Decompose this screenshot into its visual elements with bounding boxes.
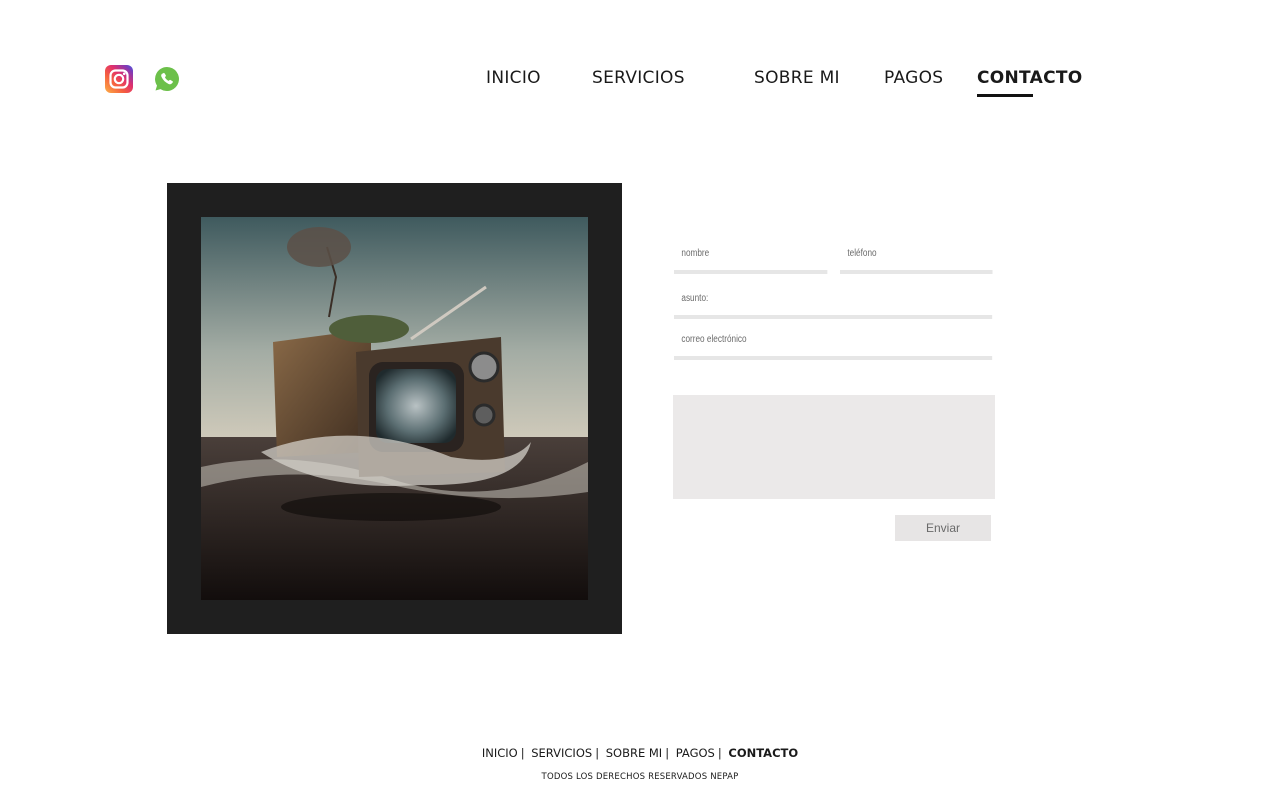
copyright-text: TODOS LOS DERECHOS RESERVADOS NEPAP xyxy=(541,772,739,782)
hero-image xyxy=(201,217,588,600)
nav-inicio[interactable]: INICIO xyxy=(486,68,541,88)
hero-image-frame xyxy=(167,183,622,634)
footer-link-inicio[interactable]: INICIO xyxy=(482,746,518,760)
footer-link-servicios[interactable]: SERVICIOS xyxy=(531,746,592,760)
contact-form: Enviar xyxy=(673,240,995,550)
name-field[interactable] xyxy=(674,240,828,274)
footer-separator: | xyxy=(717,746,722,760)
nav-contacto[interactable]: CONTACTO xyxy=(977,68,1083,88)
message-field[interactable] xyxy=(673,395,995,499)
contact-page: INICIO SERVICIOS SOBRE MI PAGOS CONTACTO xyxy=(0,0,1280,800)
nav-active-underline xyxy=(977,94,1033,97)
footer-separator: | xyxy=(595,746,600,760)
submit-button[interactable]: Enviar xyxy=(895,515,991,541)
footer-link-pagos[interactable]: PAGOS xyxy=(676,746,715,760)
nav-servicios[interactable]: SERVICIOS xyxy=(592,68,685,88)
footer-link-contacto[interactable]: CONTACTO xyxy=(728,746,798,760)
email-field[interactable] xyxy=(674,326,993,360)
footer-separator: | xyxy=(665,746,670,760)
footer-separator: | xyxy=(520,746,525,760)
main-nav: INICIO SERVICIOS SOBRE MI PAGOS CONTACTO xyxy=(0,68,1280,108)
nav-sobre-mi[interactable]: SOBRE MI xyxy=(754,68,840,88)
phone-field[interactable] xyxy=(840,240,993,274)
subject-field[interactable] xyxy=(674,285,993,319)
footer-nav: INICIO | SERVICIOS | SOBRE MI | PAGOS | CONT… xyxy=(0,746,1280,760)
footer-link-sobre-mi[interactable]: SOBRE MI xyxy=(606,746,662,760)
nav-pagos[interactable]: PAGOS xyxy=(884,68,943,88)
